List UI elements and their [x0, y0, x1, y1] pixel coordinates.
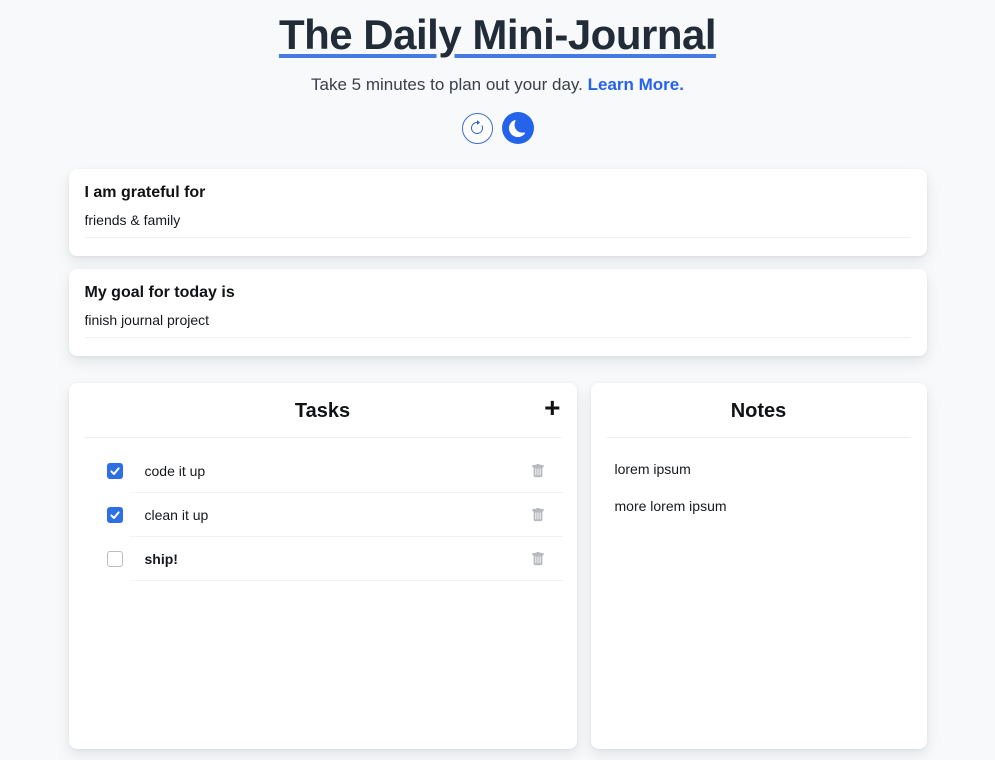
delete-task-button[interactable] — [531, 464, 545, 478]
goal-label: My goal for today is — [85, 284, 911, 302]
dark-mode-button[interactable] — [502, 112, 534, 144]
notes-header: Notes — [607, 400, 911, 438]
notes-line: more lorem ipsum — [615, 488, 903, 525]
task-line: ship! — [129, 537, 563, 581]
learn-more-link[interactable]: Learn More. — [588, 75, 684, 94]
header-buttons — [69, 112, 927, 144]
delete-task-button[interactable] — [531, 508, 545, 522]
check-icon — [109, 465, 121, 477]
add-task-button[interactable]: + — [544, 394, 560, 422]
columns: Tasks + code it up — [69, 383, 927, 749]
notes-textarea[interactable]: lorem ipsummore lorem ipsum — [615, 451, 903, 525]
tasks-header: Tasks + — [85, 400, 561, 438]
trash-icon — [531, 464, 545, 478]
task-label[interactable]: ship! — [129, 551, 531, 567]
tasks-title: Tasks — [85, 400, 561, 422]
task-checkbox[interactable] — [107, 463, 123, 479]
task-label[interactable]: code it up — [129, 463, 531, 479]
header: The Daily Mini-Journal Take 5 minutes to… — [69, 0, 927, 144]
gratitude-label: I am grateful for — [85, 184, 911, 202]
page-title: The Daily Mini-Journal — [279, 12, 716, 58]
task-row: ship! — [107, 537, 563, 581]
gratitude-input[interactable] — [85, 212, 911, 238]
delete-task-button[interactable] — [531, 552, 545, 566]
notes-card: Notes lorem ipsummore lorem ipsum — [591, 383, 927, 749]
goal-input[interactable] — [85, 312, 911, 338]
notes-title: Notes — [607, 400, 911, 422]
goal-card: My goal for today is — [69, 269, 927, 356]
task-line: code it up — [129, 449, 563, 493]
task-label[interactable]: clean it up — [129, 507, 531, 523]
trash-icon — [531, 552, 545, 566]
task-row: code it up — [107, 449, 563, 493]
task-checkbox[interactable] — [107, 507, 123, 523]
task-row: clean it up — [107, 493, 563, 537]
gratitude-card: I am grateful for — [69, 169, 927, 256]
refresh-clockwise-icon — [469, 120, 485, 136]
notes-line: lorem ipsum — [615, 451, 903, 488]
task-list: code it up clean it up — [69, 449, 577, 581]
subtitle-text: Take 5 minutes to plan out your day. — [311, 75, 583, 94]
task-checkbox[interactable] — [107, 551, 123, 567]
refresh-button[interactable] — [462, 113, 493, 144]
page: The Daily Mini-Journal Take 5 minutes to… — [69, 0, 927, 749]
tasks-card: Tasks + code it up — [69, 383, 577, 749]
task-line: clean it up — [129, 493, 563, 537]
subtitle: Take 5 minutes to plan out your day. Lea… — [69, 75, 927, 95]
trash-icon — [531, 508, 545, 522]
check-icon — [109, 509, 121, 521]
moon-icon — [509, 120, 526, 137]
